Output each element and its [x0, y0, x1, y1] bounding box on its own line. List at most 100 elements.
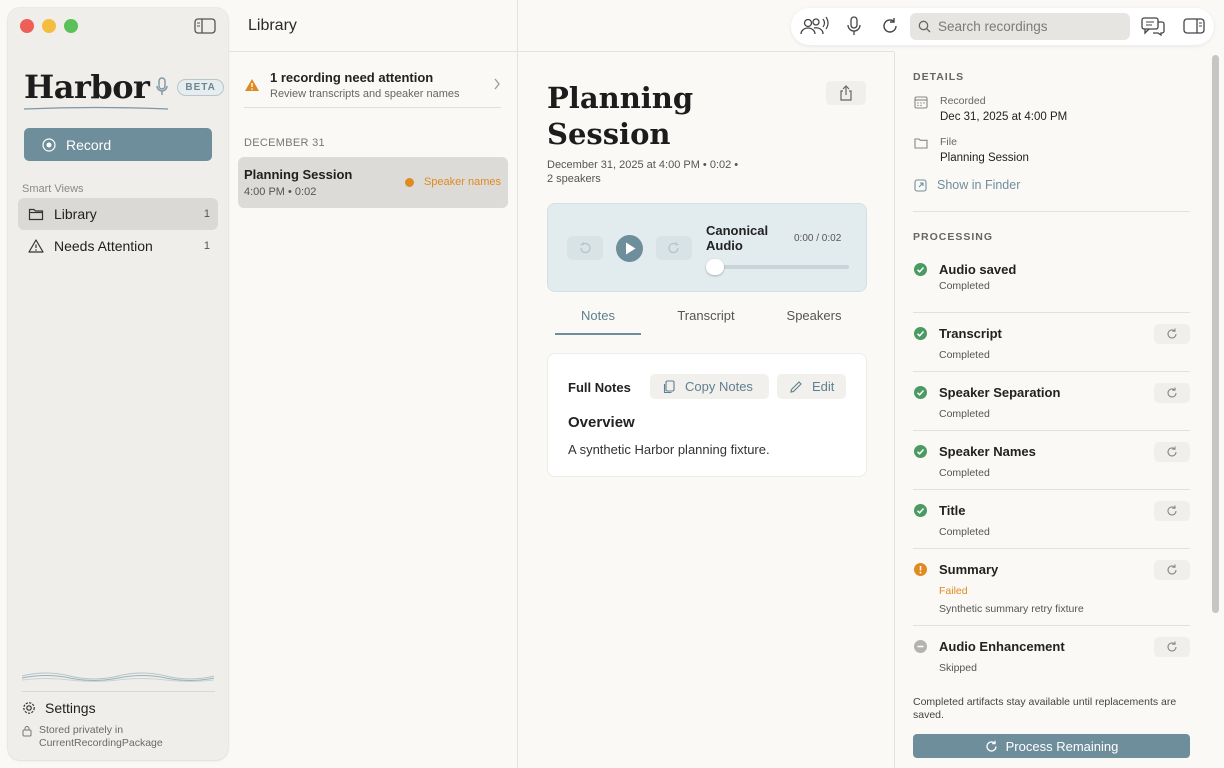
tab-transcript[interactable]: Transcript	[661, 308, 751, 334]
notes-heading: Full Notes	[568, 380, 631, 395]
storage-note: Stored privately in CurrentRecordingPack…	[22, 724, 163, 750]
sidebar: Harbor BETA Record Smart Views Library 1…	[8, 8, 228, 760]
chat-bubbles-icon[interactable]	[1141, 16, 1165, 36]
settings-button[interactable]: Settings	[22, 700, 96, 716]
file-value: Planning Session	[940, 152, 1029, 164]
inspector-scrollbar[interactable]	[1212, 55, 1219, 613]
attention-subtitle: Review transcripts and speaker names	[270, 88, 460, 100]
skip-forward-icon	[668, 242, 679, 254]
step-divider	[913, 489, 1190, 490]
sidebar-item-label: Library	[54, 206, 97, 222]
storage-line-2: CurrentRecordingPackage	[39, 737, 163, 749]
tab-speakers[interactable]: Speakers	[771, 308, 857, 334]
attention-banner[interactable]: 1 recording need attention Review transc…	[244, 70, 501, 108]
skip-back-icon	[580, 242, 591, 254]
tab-notes[interactable]: Notes	[555, 308, 641, 334]
step-name: Audio saved	[939, 262, 1017, 277]
skip-forward-button[interactable]	[656, 236, 692, 260]
retry-summary-button[interactable]	[1154, 560, 1190, 580]
step-divider	[913, 548, 1190, 549]
refresh-icon	[1167, 505, 1177, 516]
beta-badge: BETA	[177, 78, 224, 96]
recorded-value: Dec 31, 2025 at 4:00 PM	[940, 111, 1068, 123]
speakers-icon[interactable]	[799, 16, 829, 36]
play-button[interactable]	[616, 235, 643, 262]
pencil-icon	[790, 380, 802, 393]
retry-speaker-names-button[interactable]	[1154, 442, 1190, 462]
brand: Harbor BETA	[24, 68, 224, 106]
sidebar-item-library[interactable]: Library 1	[18, 198, 218, 230]
process-remaining-label: Process Remaining	[1005, 738, 1119, 754]
recorded-label: Recorded	[940, 95, 986, 107]
minimize-window-button[interactable]	[42, 19, 56, 33]
folder-icon	[914, 138, 928, 149]
retry-title-button[interactable]	[1154, 501, 1190, 521]
step-divider	[913, 312, 1190, 313]
check-circle-icon	[914, 327, 927, 340]
status-badge-label: Speaker names	[423, 176, 501, 188]
show-in-finder-link[interactable]: Show in Finder	[914, 178, 1020, 192]
microphone-icon	[156, 77, 169, 95]
brand-name: Harbor	[24, 68, 150, 106]
audio-player: Canonical Audio 0:00 / 0:02	[547, 203, 867, 292]
search-input[interactable]	[910, 13, 1130, 40]
retry-audio-enhancement-button[interactable]	[1154, 637, 1190, 657]
close-window-button[interactable]	[20, 19, 34, 33]
recording-meta-line-1: December 31, 2025 at 4:00 PM • 0:02 •	[547, 159, 739, 171]
step-divider	[913, 430, 1190, 431]
toolbar	[791, 8, 1214, 45]
sidebar-item-label: Needs Attention	[54, 238, 153, 254]
step-state: Completed	[939, 467, 990, 479]
step-state: Skipped	[939, 662, 977, 674]
gear-icon	[23, 702, 35, 714]
step-name: Summary	[939, 562, 999, 577]
share-button[interactable]	[826, 81, 866, 105]
search-text-field[interactable]	[938, 19, 1118, 34]
brand-underline-decoration	[24, 106, 168, 110]
skip-back-button[interactable]	[567, 236, 603, 260]
playback-scrubber-knob[interactable]	[706, 259, 724, 275]
exclamation-circle-icon	[914, 563, 927, 576]
edit-label: Edit	[812, 379, 835, 394]
check-circle-icon	[914, 445, 927, 458]
step-name: Transcript	[939, 326, 1002, 341]
overview-heading: Overview	[568, 414, 635, 431]
retry-transcript-button[interactable]	[1154, 324, 1190, 344]
recordings-list-column: Library 1 recording need attention Revie…	[228, 0, 518, 768]
sidebar-item-count: 1	[203, 240, 210, 252]
record-button[interactable]: Record	[24, 128, 212, 161]
step-divider	[913, 371, 1190, 372]
share-icon	[840, 85, 852, 101]
step-state: Failed	[939, 585, 968, 597]
playback-scrubber[interactable]	[706, 265, 849, 269]
inspector-toggle-icon[interactable]	[1183, 16, 1205, 36]
record-label: Record	[66, 136, 112, 153]
recording-title: Planning Session	[244, 167, 353, 182]
check-circle-icon	[914, 386, 927, 399]
microphone-icon[interactable]	[846, 16, 862, 36]
retry-speaker-separation-button[interactable]	[1154, 383, 1190, 403]
smart-views-label: Smart Views	[22, 183, 84, 195]
recording-list-item[interactable]: Planning Session 4:00 PM • 0:02 Speaker …	[238, 157, 508, 208]
edit-notes-button[interactable]: Edit	[777, 374, 846, 399]
process-remaining-button[interactable]: Process Remaining	[913, 734, 1190, 758]
maximize-window-button[interactable]	[64, 19, 78, 33]
refresh-icon[interactable]	[881, 16, 899, 36]
refresh-icon	[1167, 328, 1177, 339]
refresh-icon	[1167, 387, 1177, 398]
sidebar-item-needs-attention[interactable]: Needs Attention 1	[18, 230, 218, 262]
refresh-icon	[1167, 641, 1177, 652]
detail-tabs: Notes Transcript Speakers	[555, 308, 865, 336]
check-circle-icon	[914, 504, 927, 517]
play-icon	[626, 242, 636, 255]
sidebar-toggle-icon[interactable]	[194, 18, 216, 34]
status-badge: Speaker names	[404, 176, 501, 188]
sidebar-divider	[22, 691, 215, 692]
recording-title: Planning Session	[547, 81, 694, 151]
header-divider	[228, 51, 894, 52]
step-divider	[913, 625, 1190, 626]
warning-icon	[245, 79, 259, 91]
copy-notes-button[interactable]: Copy Notes	[650, 374, 769, 399]
warning-triangle-icon	[28, 239, 44, 253]
folder-icon	[28, 208, 44, 221]
